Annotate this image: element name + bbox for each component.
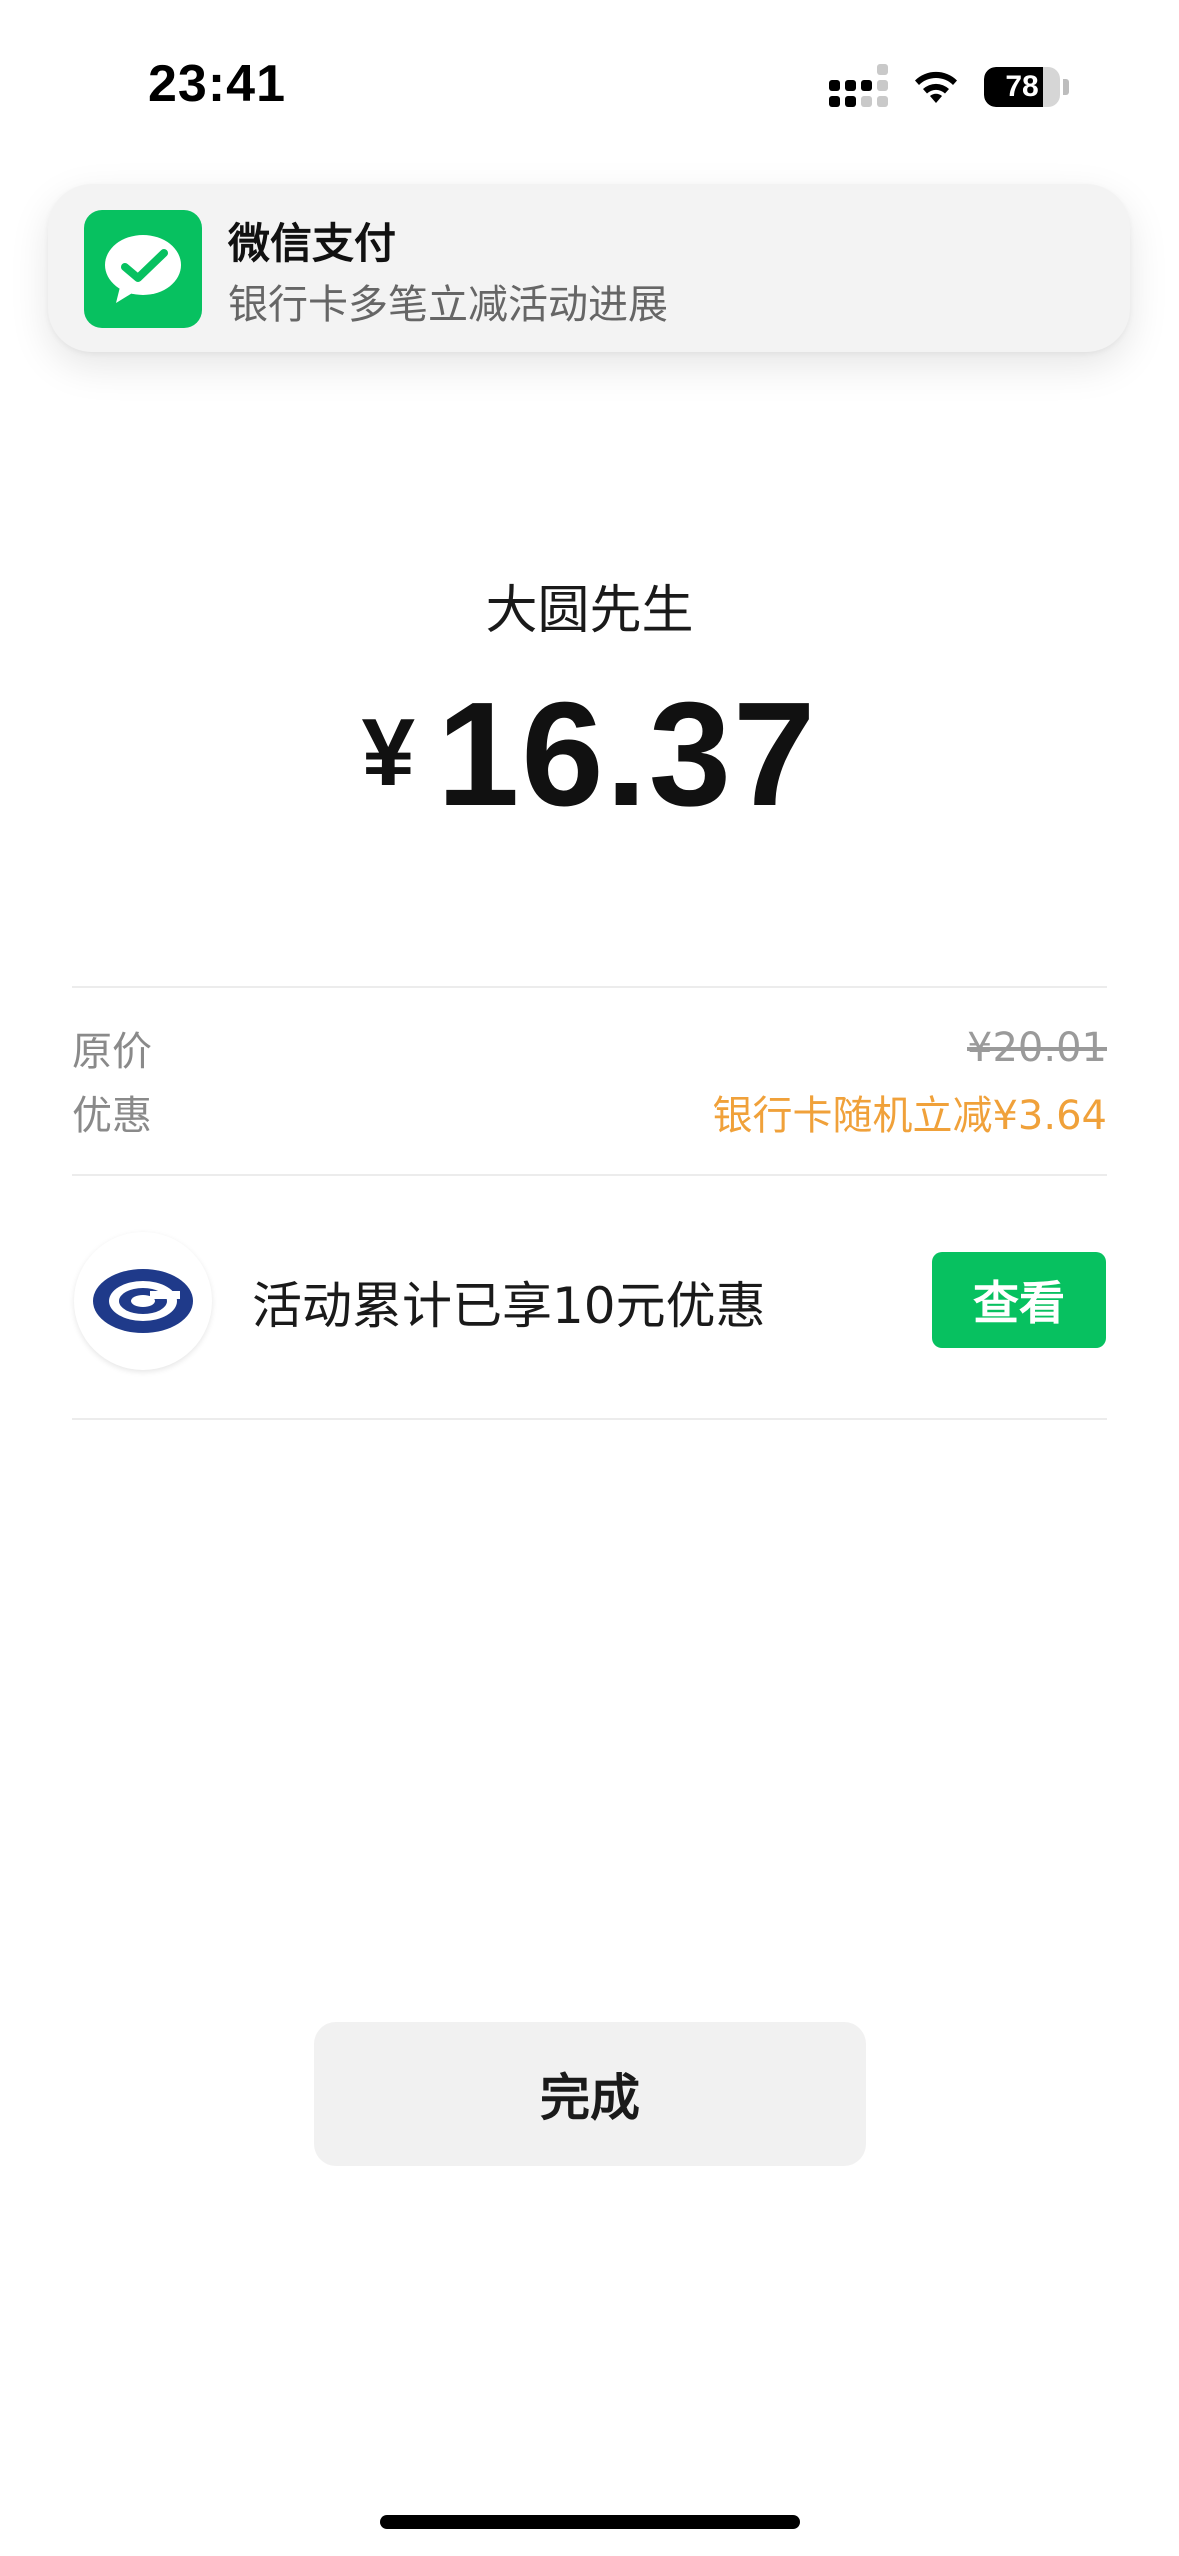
notification-title: 微信支付 (228, 219, 397, 268)
battery-indicator: 78 (984, 67, 1069, 107)
original-price-label: 原价 (72, 1029, 152, 1075)
battery-cap (1063, 79, 1069, 95)
payee-name: 大圆先生 (485, 581, 694, 641)
battery-icon: 78 (984, 67, 1060, 107)
view-button[interactable]: 查看 (932, 1252, 1106, 1348)
divider (72, 986, 1107, 988)
cellular-signal-icon (829, 64, 888, 107)
done-button[interactable]: 完成 (314, 2022, 866, 2166)
discount-row: 优惠 银行卡随机立减¥3.64 (72, 1082, 1107, 1142)
discount-label: 优惠 (72, 1093, 152, 1139)
wechat-pay-icon (84, 210, 202, 328)
currency-symbol: ¥ (361, 699, 415, 806)
payment-amount: ¥ 16.37 (0, 680, 1179, 830)
activity-progress-text: 活动累计已享10元优惠 (252, 1277, 766, 1335)
bank-logo-icon (74, 1232, 212, 1370)
original-price-row: 原价 ¥20.01 (72, 1018, 1107, 1078)
discount-value: 银行卡随机立减¥3.64 (712, 1093, 1107, 1139)
battery-level: 78 (1005, 70, 1039, 103)
status-bar: 23:41 78 (0, 0, 1179, 150)
divider (72, 1174, 1107, 1176)
wifi-icon (915, 71, 957, 103)
amount-value: 16.37 (437, 672, 818, 837)
original-price-value: ¥20.01 (967, 1025, 1107, 1071)
divider (72, 1418, 1107, 1420)
home-indicator[interactable] (380, 2515, 800, 2529)
status-icons: 78 (829, 62, 1069, 112)
wechat-pay-notification[interactable]: 微信支付 银行卡多笔立减活动进展 (48, 184, 1130, 352)
status-time: 23:41 (148, 55, 286, 113)
notification-body: 银行卡多笔立减活动进展 (228, 282, 668, 328)
